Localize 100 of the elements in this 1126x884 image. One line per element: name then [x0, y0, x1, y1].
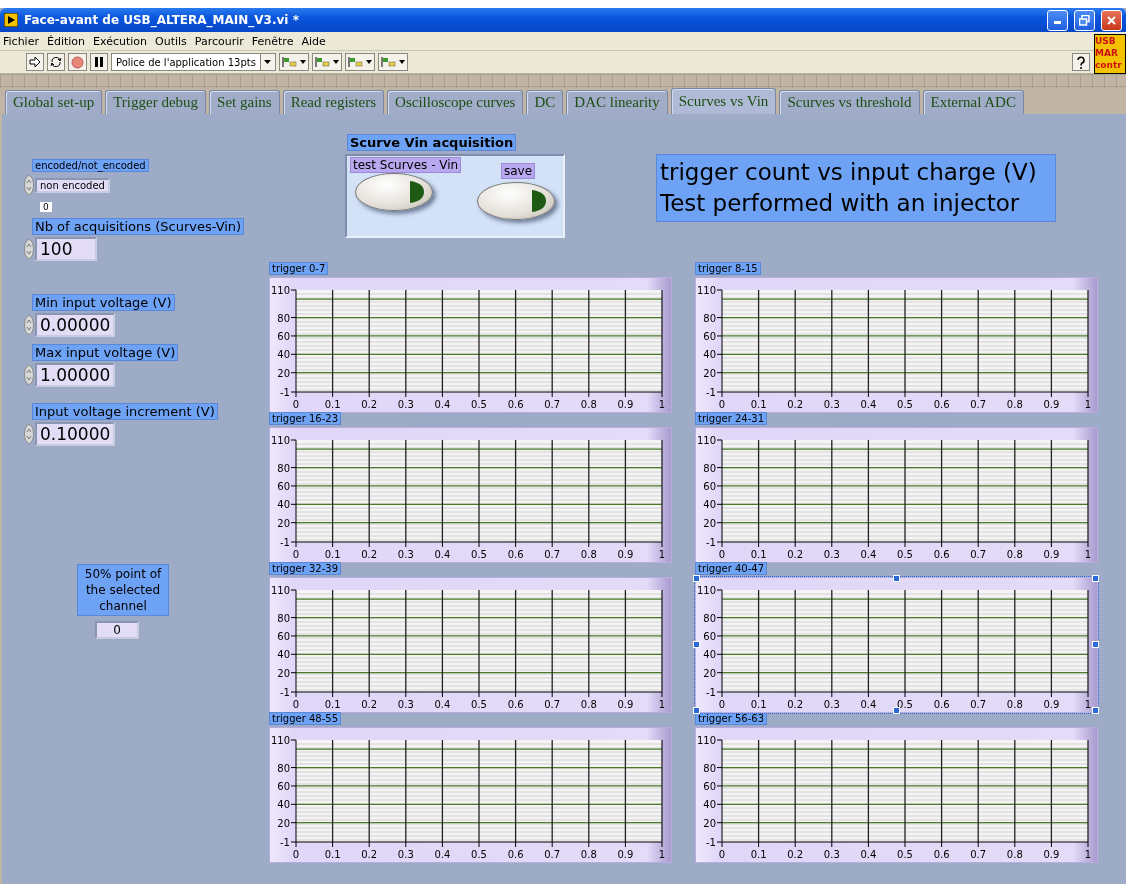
numeric-field[interactable]: 1.00000 [35, 363, 116, 387]
caret-icon [332, 60, 339, 64]
menu-item[interactable]: Outils [155, 34, 187, 48]
tick-label: 80 [703, 312, 716, 324]
oval-button[interactable] [477, 182, 555, 220]
tick-label: 110 [696, 735, 716, 746]
spinner-icon[interactable] [24, 424, 34, 444]
tick-label: 0.9 [617, 849, 634, 860]
tab[interactable]: DAC linearity [566, 90, 668, 114]
toolbar-dropdown[interactable] [311, 53, 342, 71]
menu-item[interactable]: Parcourir [194, 34, 244, 48]
tick-label: 0 [292, 549, 300, 560]
graph-title: trigger 32-39 [269, 562, 341, 575]
menu-item[interactable]: Aide [301, 34, 326, 48]
tab[interactable]: DC [526, 90, 564, 114]
graph-title: trigger 16-23 [269, 412, 341, 425]
spinner-icon[interactable] [24, 239, 34, 259]
tick-label: 0.4 [860, 549, 877, 560]
numeric-field[interactable]: 0.10000 [35, 422, 116, 446]
help-button[interactable] [1072, 53, 1090, 71]
graph-frame[interactable]: -1 20 40 60 80 110 0 0.1 0.2 0.3 0.4 0.5 0.6 0.7 0.8 0.9 1 [695, 277, 1098, 413]
tick-label: 0.6 [933, 399, 950, 410]
oval-button[interactable] [355, 173, 433, 211]
selection-handle[interactable] [893, 575, 900, 582]
tick-label: 0.4 [434, 399, 451, 410]
tick-label: 60 [277, 330, 290, 342]
graph-frame[interactable]: -1 20 40 60 80 110 0 0.1 0.2 0.3 0.4 0.5 0.6 0.7 0.8 0.9 1 [269, 427, 672, 563]
ring-field[interactable]: non encoded [35, 177, 110, 193]
menu-item[interactable]: Fichier [3, 34, 39, 48]
selection-handle[interactable] [893, 707, 900, 714]
menu-item[interactable]: Fenêtre [251, 34, 294, 48]
selection-handle[interactable] [1092, 641, 1099, 648]
tick-label: 20 [277, 817, 290, 829]
tick-label: 20 [277, 667, 290, 679]
arrow-icon [29, 56, 41, 68]
tick-label: 0.6 [507, 849, 524, 860]
tab[interactable]: Trigger debug [105, 90, 207, 114]
control-label: Max input voltage (V) [32, 344, 179, 361]
graph-frame[interactable]: -1 20 40 60 80 110 0 0.1 0.2 0.3 0.4 0.5 0.6 0.7 0.8 0.9 1 [269, 727, 672, 863]
tick-label: 110 [270, 435, 290, 446]
graph-frame[interactable]: -1 20 40 60 80 110 0 0.1 0.2 0.3 0.4 0.5 0.6 0.7 0.8 0.9 1 [695, 427, 1098, 563]
tick-label: 0.1 [750, 849, 767, 860]
badge-text: USB [1095, 35, 1117, 47]
tick-label: 0.6 [507, 399, 524, 410]
tick-label: 0.7 [544, 399, 561, 410]
spinner-icon[interactable] [24, 175, 34, 195]
tick-label: 20 [703, 367, 716, 379]
minimize-button[interactable] [1047, 9, 1068, 31]
window-title: Face-avant de USB_ALTERA_MAIN_V3.vi * [24, 13, 300, 27]
tick-label: 40 [703, 499, 716, 511]
restore-button[interactable] [1074, 9, 1095, 31]
tick-label: 1 [658, 699, 666, 710]
menu-item[interactable]: Exécution [93, 34, 147, 48]
selection-handle[interactable] [693, 707, 700, 714]
tick-label: 0.4 [434, 849, 451, 860]
toolbar-dropdown[interactable] [377, 53, 408, 71]
close-button[interactable] [1101, 9, 1122, 31]
pause-button[interactable] [90, 53, 108, 71]
spinner-icon[interactable] [24, 315, 34, 335]
graph-frame[interactable]: -1 20 40 60 80 110 0 0.1 0.2 0.3 0.4 0.5 0.6 0.7 0.8 0.9 1 [269, 577, 672, 713]
tick-label: 0.6 [507, 699, 524, 710]
selection-handle[interactable] [693, 641, 700, 648]
run-continuously-button[interactable] [47, 53, 65, 71]
tab[interactable]: Global set-up [5, 90, 103, 114]
tick-label: 0.5 [897, 549, 913, 560]
tick-label: 20 [703, 817, 716, 829]
tick-label: 0.7 [970, 849, 987, 860]
selection-handle[interactable] [1092, 707, 1099, 714]
tick-label: -1 [706, 837, 716, 848]
tick-label: 40 [277, 349, 290, 361]
spinner-icon[interactable] [24, 365, 34, 385]
tab[interactable]: Scurves vs Vin [670, 88, 777, 114]
numeric-field[interactable]: 100 [35, 237, 97, 261]
tick-label: 0.7 [970, 399, 987, 410]
run-button[interactable] [26, 53, 44, 71]
tab[interactable]: External ADC [922, 90, 1024, 114]
tab[interactable]: Read registers [282, 90, 385, 114]
font-selector[interactable]: Police de l'application 13pts [111, 53, 276, 71]
menu-item[interactable]: Édition [46, 34, 85, 48]
toolbar-dropdown[interactable] [344, 53, 375, 71]
selection-handle[interactable] [693, 575, 700, 582]
tick-label: 0.4 [434, 549, 451, 560]
selection-handle[interactable] [1092, 575, 1099, 582]
tick-label: 0.7 [970, 549, 987, 560]
tick-label: 0.5 [897, 849, 913, 860]
tick-label: 0.1 [324, 549, 341, 560]
tick-label: 60 [703, 480, 716, 492]
graph-title: trigger 0-7 [269, 262, 329, 275]
tick-label: 1 [1084, 549, 1092, 560]
graph-frame[interactable]: -1 20 40 60 80 110 0 0.1 0.2 0.3 0.4 0.5 0.6 0.7 0.8 0.9 1 [695, 727, 1098, 863]
graph-frame[interactable]: -1 20 40 60 80 110 0 0.1 0.2 0.3 0.4 0.5 0.6 0.7 0.8 0.9 1 [269, 277, 672, 413]
tab[interactable]: Set gains [209, 90, 280, 114]
tick-label: 80 [277, 762, 290, 774]
numeric-field[interactable]: 0.00000 [35, 313, 116, 337]
tick-label: 20 [703, 517, 716, 529]
tab[interactable]: Oscilloscope curves [387, 90, 524, 114]
graph-frame[interactable]: -1 20 40 60 80 110 0 0.1 0.2 0.3 0.4 0.5 0.6 0.7 0.8 0.9 1 [695, 577, 1098, 713]
tick-label: 0 [718, 549, 726, 560]
tab[interactable]: Scurves vs threshold [779, 90, 920, 114]
toolbar-dropdown[interactable] [278, 53, 309, 71]
